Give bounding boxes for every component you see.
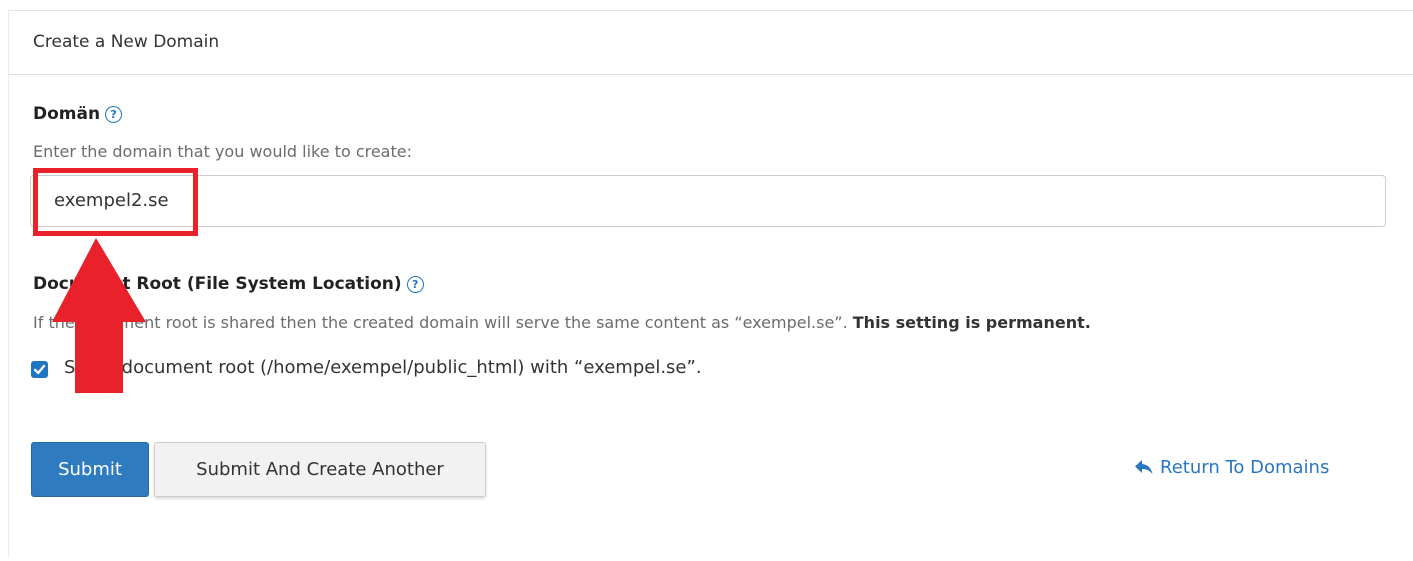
return-to-domains-label[interactable]: Return To Domains	[1160, 457, 1329, 478]
share-document-root-checkbox[interactable]	[31, 361, 48, 378]
domain-label: Domän?	[33, 104, 123, 124]
domain-help-text: Enter the domain that you would like to …	[33, 142, 412, 161]
document-root-help-text-main: If the document root is shared then the …	[33, 313, 848, 332]
document-root-help-text-bold: This setting is permanent.	[852, 313, 1091, 332]
share-document-root-label[interactable]: Share document root (/home/exempel/publi…	[64, 357, 702, 378]
return-to-domains-link[interactable]: Return To Domains	[1134, 457, 1329, 478]
document-root-label: Document Root (File System Location)?	[33, 274, 424, 294]
panel-title: Create a New Domain	[33, 32, 220, 52]
question-circle-icon[interactable]: ?	[406, 276, 424, 293]
highlight-box	[33, 168, 198, 236]
panel-heading: Create a New Domain	[9, 11, 1413, 75]
submit-and-create-another-button[interactable]: Submit And Create Another	[154, 442, 486, 497]
document-root-label-text: Document Root (File System Location)	[33, 274, 402, 294]
question-circle-icon[interactable]: ?	[105, 106, 123, 123]
domain-label-text: Domän	[33, 104, 101, 124]
document-root-help-text: If the document root is shared then the …	[33, 313, 1091, 332]
check-icon	[33, 364, 46, 375]
domain-input[interactable]: exempel2.se	[30, 175, 1386, 227]
submit-button[interactable]: Submit	[31, 442, 149, 497]
reply-icon	[1135, 460, 1153, 474]
